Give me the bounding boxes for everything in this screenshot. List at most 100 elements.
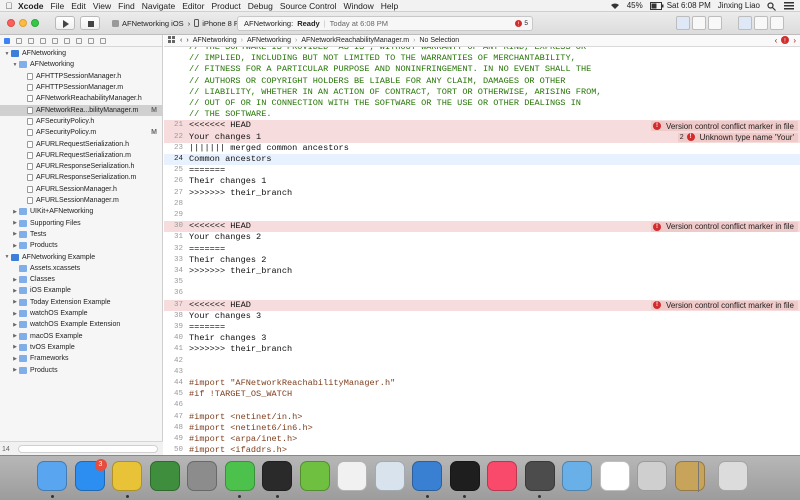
- dock-xbox-icon[interactable]: [149, 461, 180, 491]
- breadcrumb-item[interactable]: AFNetworking: [247, 37, 291, 44]
- disclosure-closed-icon[interactable]: ▶: [12, 288, 18, 294]
- menu-item-help[interactable]: Help: [381, 1, 405, 11]
- issue-stepper-icon[interactable]: !: [781, 35, 790, 46]
- window-close-button[interactable]: [7, 19, 15, 27]
- navigator-item[interactable]: ▶ tvOS Example: [0, 342, 163, 353]
- test-navigator-tab-icon[interactable]: [64, 37, 70, 44]
- dock-intellij-idea-icon[interactable]: [449, 461, 480, 491]
- menu-item-window[interactable]: Window: [344, 1, 381, 11]
- dock-chrome-icon[interactable]: [112, 461, 142, 491]
- code-line[interactable]: 37 <<<<<<< HEAD! Version control conflict …: [164, 299, 800, 311]
- issue-navigator-tab-icon[interactable]: [52, 37, 58, 44]
- assistant-editor-icon[interactable]: [692, 16, 706, 30]
- code-line[interactable]: 34 >>>>>>> their_branch: [164, 266, 800, 277]
- code-line[interactable]: 41 >>>>>>> their_branch: [164, 344, 800, 355]
- navigator-item[interactable]: AFHTTPSessionManager.h: [0, 71, 163, 82]
- disclosure-closed-icon[interactable]: ▶: [12, 277, 18, 283]
- menubar-clock[interactable]: Sat 6:08 PM: [667, 1, 711, 10]
- disclosure-closed-icon[interactable]: ▶: [12, 367, 18, 373]
- navigator-item[interactable]: AFURLRequestSerialization.h: [0, 138, 163, 149]
- code-line[interactable]: 42: [164, 356, 800, 367]
- disclosure-open-icon[interactable]: ▼: [4, 254, 10, 260]
- menu-item-debug[interactable]: Debug: [248, 1, 280, 11]
- code-line[interactable]: 43: [164, 367, 800, 378]
- code-line[interactable]: 24 Common ancestors: [164, 154, 800, 166]
- window-minimize-button[interactable]: [19, 19, 27, 27]
- dock-system-preferences-icon[interactable]: [187, 461, 217, 491]
- menu-item-find[interactable]: Find: [118, 1, 142, 11]
- code-line[interactable]: // AUTHORS OR COPYRIGHT HOLDERS BE LIABL…: [164, 76, 800, 87]
- disclosure-closed-icon[interactable]: ▶: [12, 231, 18, 237]
- battery-icon[interactable]: [649, 1, 664, 10]
- code-line[interactable]: 21 <<<<<<< HEAD! Version control conflict …: [164, 120, 800, 132]
- scheme-popup[interactable]: AFNetworking iOS: [108, 19, 188, 28]
- navigator-item[interactable]: AFNetworkReachabilityManager.h: [0, 93, 163, 104]
- navigator-item[interactable]: ▶ watchOS Example Extension: [0, 319, 163, 330]
- navigator-item[interactable]: AFSecurityPolicy.h: [0, 116, 163, 127]
- dock-archive-utility-icon[interactable]: [674, 461, 705, 491]
- activity-viewer[interactable]: AFNetworking: Ready | Today at 6:08 PM !…: [237, 16, 533, 31]
- code-line[interactable]: 29: [164, 210, 800, 221]
- next-issue-icon[interactable]: ›: [793, 36, 796, 46]
- navigator-item[interactable]: Assets.xcassets: [0, 263, 163, 274]
- source-editor[interactable]: // THE SOFTWARE IS PROVIDED "AS IS", WIT…: [164, 47, 800, 455]
- code-line[interactable]: // IMPLIED, INCLUDING BUT NOT LIMITED TO…: [164, 53, 800, 64]
- menu-item-product[interactable]: Product: [211, 1, 247, 11]
- navigator-item[interactable]: AFURLResponseSerialization.h: [0, 161, 163, 172]
- navigator-item[interactable]: ▼ AFNetworking: [0, 59, 163, 70]
- navigator-item[interactable]: AFURLSessionManager.h: [0, 184, 163, 195]
- code-line[interactable]: 47 #import <netinet/in.h>: [164, 412, 800, 423]
- code-line[interactable]: // FITNESS FOR A PARTICULAR PURPOSE AND …: [164, 64, 800, 75]
- navigator-item[interactable]: ▶ Products: [0, 364, 163, 375]
- breadcrumb-item[interactable]: AFNetworking: [193, 37, 237, 44]
- find-navigator-tab-icon[interactable]: [40, 37, 46, 44]
- disclosure-closed-icon[interactable]: ▶: [12, 344, 18, 350]
- symbol-navigator-tab-icon[interactable]: [28, 37, 34, 44]
- navigator-item[interactable]: ▶ iOS Example: [0, 285, 163, 296]
- code-line[interactable]: 36: [164, 288, 800, 299]
- disclosure-open-icon[interactable]: ▼: [4, 51, 10, 57]
- breakpoint-navigator-tab-icon[interactable]: [88, 37, 94, 44]
- disclosure-closed-icon[interactable]: ▶: [12, 299, 18, 305]
- navigator-item[interactable]: ▼ AFNetworking: [0, 48, 163, 59]
- inspector-toggle-icon[interactable]: [770, 16, 784, 30]
- code-line[interactable]: 31 Your changes 2: [164, 232, 800, 243]
- dock-music-icon[interactable]: [487, 461, 517, 491]
- navigator-item[interactable]: ▶ Today Extension Example: [0, 297, 163, 308]
- debug-navigator-tab-icon[interactable]: [76, 37, 82, 44]
- wifi-icon[interactable]: [610, 2, 620, 10]
- code-line[interactable]: 38 Your changes 3: [164, 311, 800, 322]
- code-line[interactable]: 28: [164, 199, 800, 210]
- code-line[interactable]: // LIABILITY, WHETHER IN AN ACTION OF CO…: [164, 87, 800, 98]
- dock-trash-icon[interactable]: [718, 461, 748, 491]
- dock-app-store-icon[interactable]: 3: [74, 459, 107, 491]
- disclosure-closed-icon[interactable]: ▶: [12, 333, 18, 339]
- navigator-filter-input[interactable]: [18, 445, 158, 453]
- code-line[interactable]: 35: [164, 277, 800, 288]
- navigator-item[interactable]: ▶ Supporting Files: [0, 218, 163, 229]
- code-line[interactable]: 44 #import "AFNetworkReachabilityManager.…: [164, 378, 800, 389]
- navigator-item[interactable]: ▶ UIKit+AFNetworking: [0, 206, 163, 217]
- breadcrumb-item[interactable]: AFNetworkReachabilityManager.m: [301, 37, 409, 44]
- code-line[interactable]: 25 =======: [164, 165, 800, 176]
- navigator-item[interactable]: ▶ Classes: [0, 274, 163, 285]
- inline-issue[interactable]: ! Version control conflict marker in file: [650, 121, 798, 131]
- dock-xcode-beta-icon[interactable]: [599, 461, 630, 491]
- code-line[interactable]: 26 Their changes 1: [164, 176, 800, 187]
- inline-issue[interactable]: ! Version control conflict marker in file: [650, 222, 798, 232]
- stop-button[interactable]: [80, 16, 100, 30]
- code-line[interactable]: 32 =======: [164, 244, 800, 255]
- inline-issue[interactable]: 2! Unknown type name 'Your': [677, 132, 798, 143]
- code-line[interactable]: 23 ||||||| merged common ancestors: [164, 143, 800, 154]
- menu-item-navigate[interactable]: Navigate: [142, 1, 183, 11]
- window-zoom-button[interactable]: [31, 19, 39, 27]
- navigator-item[interactable]: ▶ Frameworks: [0, 353, 163, 364]
- code-line[interactable]: 48 #import <netinet6/in6.h>: [164, 423, 800, 434]
- debug-area-toggle-icon[interactable]: [754, 16, 768, 30]
- disclosure-open-icon[interactable]: ▼: [12, 62, 18, 68]
- disclosure-closed-icon[interactable]: ▶: [12, 243, 18, 249]
- dock-preview-icon[interactable]: [374, 461, 405, 491]
- dock-finder-icon[interactable]: [37, 461, 67, 491]
- menubar-user[interactable]: Jinxing Liao: [718, 1, 760, 10]
- battery-percent[interactable]: 45%: [627, 1, 643, 10]
